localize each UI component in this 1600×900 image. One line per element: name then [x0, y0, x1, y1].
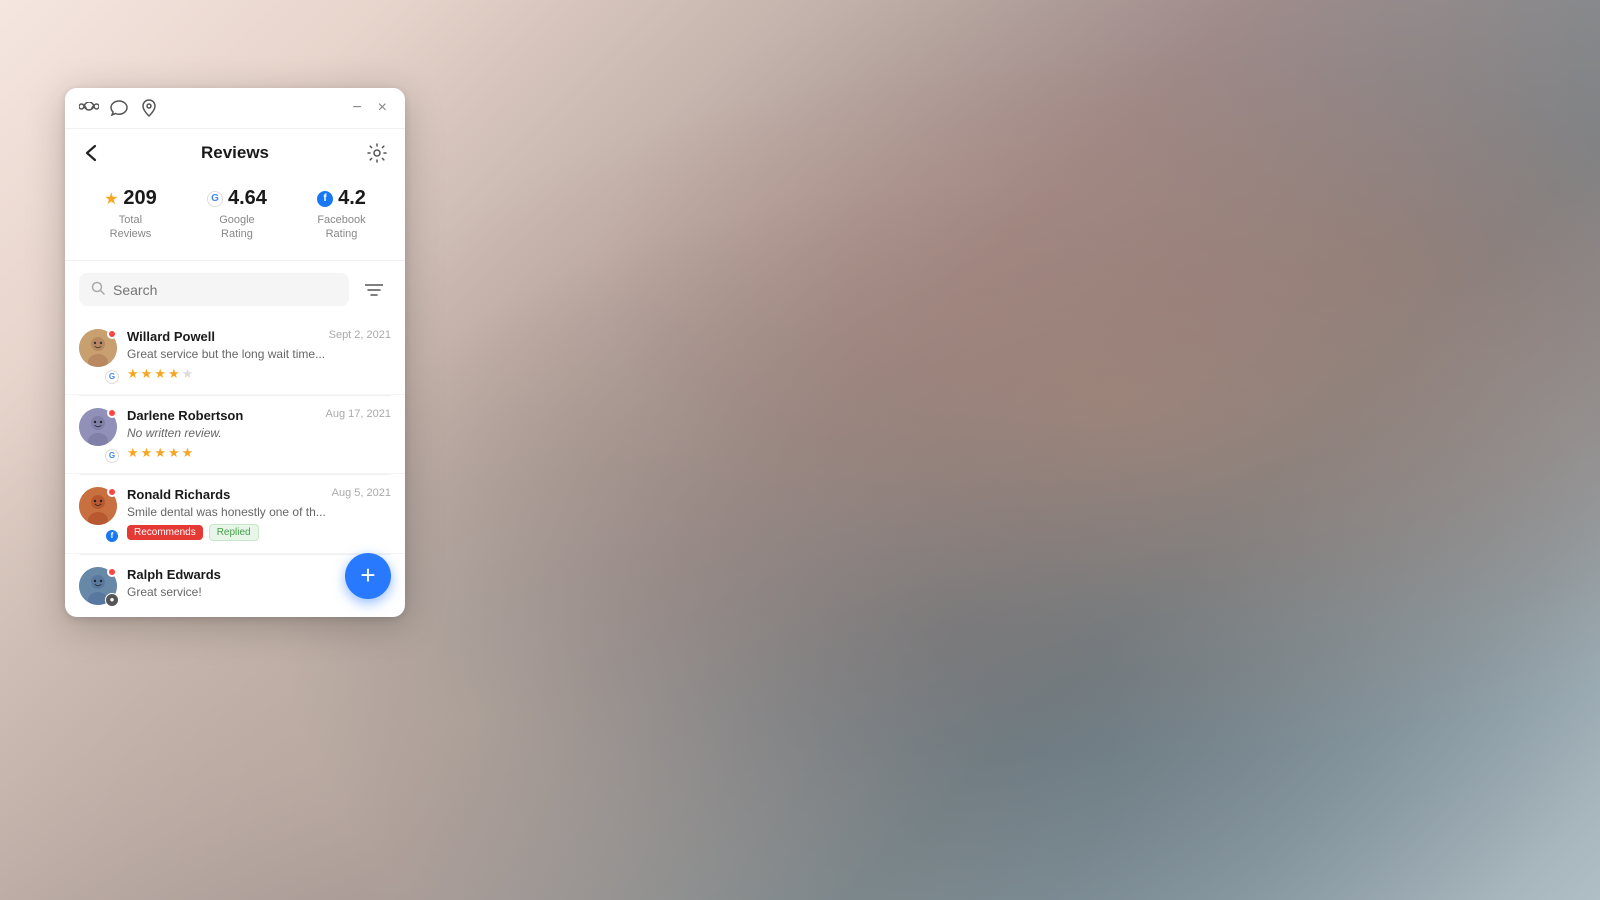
search-icon [91, 281, 105, 298]
facebook-rating-value: 4.2 [338, 187, 366, 210]
search-bar [65, 261, 405, 317]
star-rating: ★ ★ ★ ★ ★ [127, 366, 391, 382]
add-button[interactable]: + [345, 553, 391, 599]
online-indicator [107, 329, 117, 339]
filter-button[interactable] [357, 273, 391, 307]
stat-top-facebook: f 4.2 [317, 187, 366, 210]
platform-google-badge: G [105, 449, 119, 463]
platform-google-badge: G [105, 370, 119, 384]
star-1: ★ [127, 366, 139, 382]
recommends-tag: Recommends [127, 525, 203, 540]
minimize-button[interactable]: − [348, 98, 365, 118]
google-icon: G [207, 191, 223, 207]
review-tags: Recommends Replied [127, 524, 391, 541]
stats-row: ★ 209 TotalReviews G 4.64 GoogleRating f… [65, 175, 405, 261]
chat-icon[interactable] [109, 98, 129, 118]
star-4: ★ [168, 445, 180, 461]
titlebar-app-icons [79, 98, 159, 118]
avatar-wrap: G [79, 408, 117, 461]
review-date: Aug 17, 2021 [326, 408, 391, 420]
star-2: ★ [141, 366, 153, 382]
replied-tag: Replied [209, 524, 259, 541]
online-indicator [107, 487, 117, 497]
star-2: ★ [141, 445, 153, 461]
search-input[interactable] [113, 282, 337, 298]
review-text-italic: No written review. [127, 426, 391, 440]
titlebar: − × [65, 88, 405, 129]
review-content: Ronald Richards Aug 5, 2021 Smile dental… [127, 487, 391, 541]
titlebar-controls: − × [348, 98, 391, 118]
star-icon: ★ [104, 189, 118, 209]
facebook-icon: f [317, 191, 333, 207]
review-item[interactable]: G Willard Powell Sept 2, 2021 Great serv… [65, 317, 405, 395]
online-indicator [107, 567, 117, 577]
google-rating-stat: G 4.64 GoogleRating [207, 187, 267, 242]
total-reviews-value: 209 [123, 187, 156, 210]
star-rating: ★ ★ ★ ★ ★ [127, 445, 391, 461]
star-3: ★ [154, 366, 166, 382]
reviewer-name: Ralph Edwards [127, 567, 221, 582]
total-reviews-stat: ★ 209 TotalReviews [104, 187, 157, 242]
search-input-wrap[interactable] [79, 273, 349, 306]
review-date: Aug 5, 2021 [332, 487, 391, 499]
facebook-rating-label: FacebookRating [317, 213, 365, 242]
review-text: Smile dental was honestly one of th... [127, 505, 391, 519]
page-header: Reviews [65, 129, 405, 175]
reviewer-name: Darlene Robertson [127, 408, 243, 423]
review-top: Ronald Richards Aug 5, 2021 [127, 487, 391, 502]
facebook-rating-stat: f 4.2 FacebookRating [317, 187, 366, 242]
stat-top-google: G 4.64 [207, 187, 267, 210]
review-top: Darlene Robertson Aug 17, 2021 [127, 408, 391, 423]
review-date: Sept 2, 2021 [329, 329, 391, 341]
reviews-window: − × Reviews ★ 209 TotalReviews [65, 88, 405, 617]
google-rating-label: GoogleRating [219, 213, 254, 242]
star-5-empty: ★ [182, 366, 194, 382]
review-item[interactable]: G Darlene Robertson Aug 17, 2021 No writ… [65, 396, 405, 474]
page-title: Reviews [201, 143, 269, 163]
stat-top-total: ★ 209 [104, 187, 157, 210]
avatar-wrap: f [79, 487, 117, 541]
review-content: Darlene Robertson Aug 17, 2021 No writte… [127, 408, 391, 461]
star-4: ★ [168, 366, 180, 382]
reviewer-name: Ronald Richards [127, 487, 230, 502]
star-1: ★ [127, 445, 139, 461]
star-5: ★ [182, 445, 194, 461]
review-top: Willard Powell Sept 2, 2021 [127, 329, 391, 344]
reviewer-name: Willard Powell [127, 329, 215, 344]
review-text: Great service but the long wait time... [127, 347, 391, 361]
platform-other-badge: ● [105, 593, 119, 607]
platform-facebook-badge: f [105, 529, 119, 543]
location-icon[interactable] [139, 98, 159, 118]
review-content: Willard Powell Sept 2, 2021 Great servic… [127, 329, 391, 382]
infinity-icon[interactable] [79, 98, 99, 118]
back-button[interactable] [79, 139, 107, 167]
avatar-wrap: ● [79, 567, 117, 605]
total-reviews-label: TotalReviews [110, 213, 152, 242]
avatar-wrap: G [79, 329, 117, 382]
review-item[interactable]: f Ronald Richards Aug 5, 2021 Smile dent… [65, 475, 405, 554]
settings-button[interactable] [363, 139, 391, 167]
online-indicator [107, 408, 117, 418]
close-button[interactable]: × [374, 98, 391, 118]
google-rating-value: 4.64 [228, 187, 267, 210]
star-3: ★ [154, 445, 166, 461]
